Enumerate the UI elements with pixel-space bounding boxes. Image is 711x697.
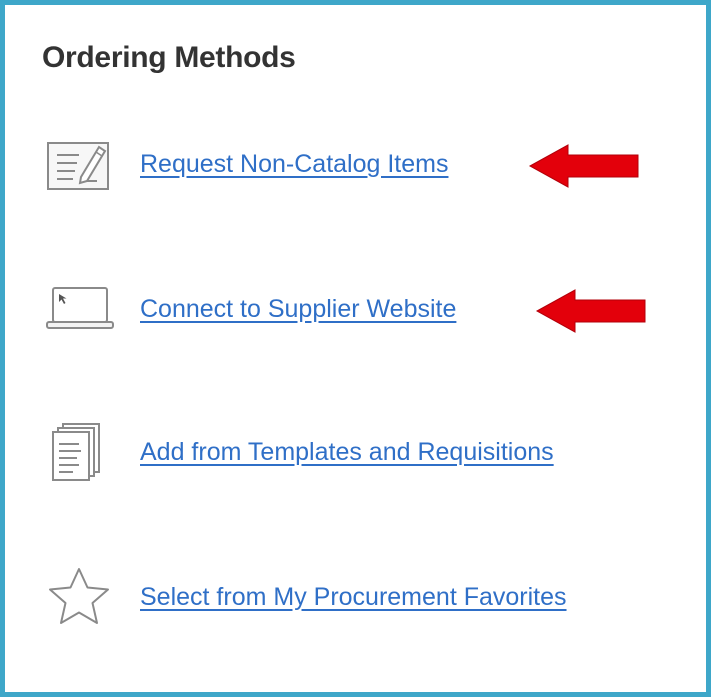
select-procurement-favorites-link[interactable]: Select from My Procurement Favorites: [140, 583, 567, 612]
red-arrow-icon: [535, 289, 646, 333]
ordering-methods-panel: Ordering Methods Request Non-Catalog Ite…: [0, 0, 711, 697]
request-non-catalog-link[interactable]: Request Non-Catalog Items: [140, 150, 448, 179]
connect-supplier-website-link[interactable]: Connect to Supplier Website: [140, 295, 456, 324]
method-select-favorites: Select from My Procurement Favorites: [45, 565, 685, 625]
document-edit-icon: [45, 135, 117, 195]
document-stack-icon: [45, 420, 117, 481]
star-icon: [45, 565, 117, 625]
laptop-icon: [45, 278, 117, 338]
panel-title: Ordering Methods: [42, 41, 296, 74]
red-arrow-icon: [528, 144, 639, 188]
method-add-templates: Add from Templates and Requisitions: [45, 420, 685, 481]
add-from-templates-link[interactable]: Add from Templates and Requisitions: [140, 438, 554, 467]
